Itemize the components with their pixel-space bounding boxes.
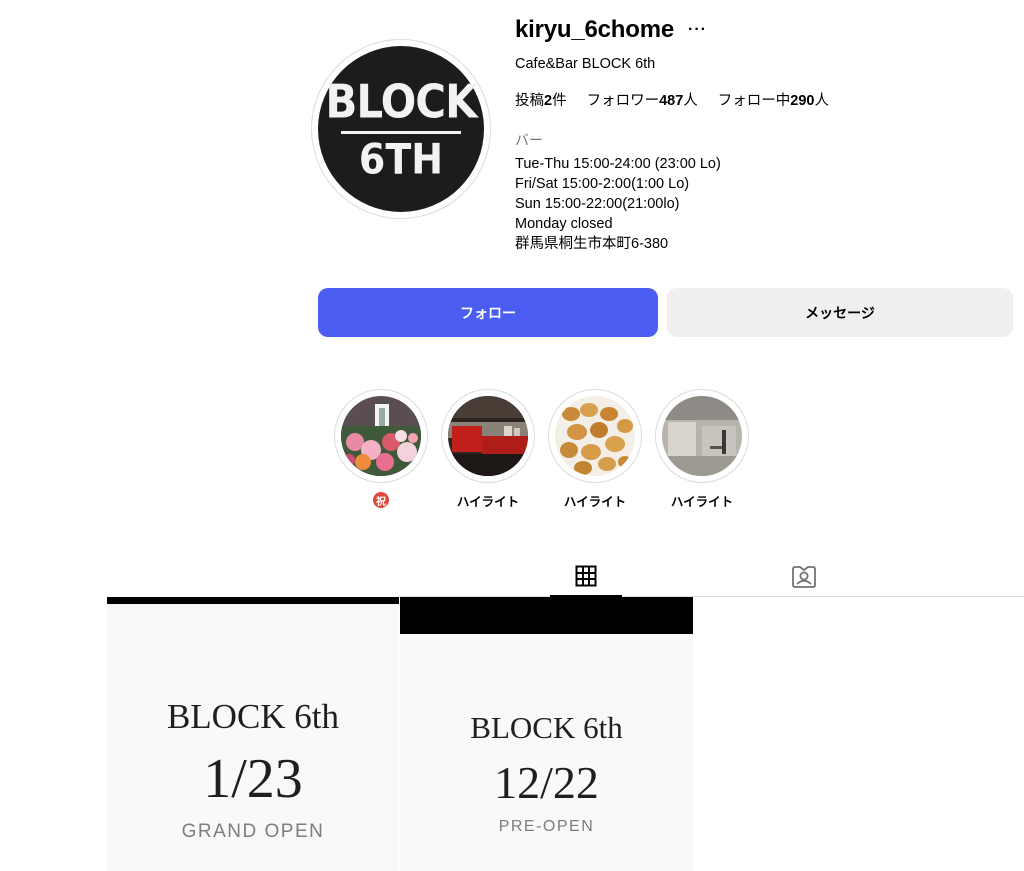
profile-avatar[interactable]: BLOCK 6TH xyxy=(311,39,491,219)
highlight-bar-counter-image xyxy=(448,396,528,476)
post-brand-text: BLOCK 6th xyxy=(166,697,340,736)
followers-count: 487 xyxy=(659,93,684,109)
following-stat[interactable]: フォロー中290人 xyxy=(718,89,829,110)
post-date-text: 12/22 xyxy=(494,757,599,808)
bio-line: Sun 15:00-22:00(21:00lo) xyxy=(515,196,680,212)
followers-unit: 人 xyxy=(683,93,698,109)
following-label: フォロー中 xyxy=(717,93,791,109)
highlight-label: ハイライト xyxy=(670,494,734,509)
followers-stat[interactable]: フォロワー487人 xyxy=(587,89,698,110)
bio-line: Fri/Sat 15:00-2:00(1:00 Lo) xyxy=(515,176,690,192)
logo-text-bottom: 6TH xyxy=(358,134,444,183)
post-date-text: 1/23 xyxy=(203,748,303,810)
posts-label: 投稿 xyxy=(515,93,544,109)
post-subtitle-text: GRAND OPEN xyxy=(181,821,325,842)
tab-tagged[interactable] xyxy=(768,556,840,597)
following-unit: 人 xyxy=(814,93,829,109)
tagged-icon xyxy=(792,565,816,588)
logo-text-top: BLOCK xyxy=(325,74,477,128)
bio-line: Tue-Thu 15:00-24:00 (23:00 Lo) xyxy=(515,156,721,172)
grid-icon xyxy=(575,565,597,586)
tab-posts[interactable] xyxy=(550,556,622,597)
celebration-badge-icon: 祝 xyxy=(373,492,389,508)
highlight-item[interactable]: ハイライト xyxy=(440,389,536,509)
highlight-ring xyxy=(548,389,642,483)
post-subtitle-text: PRE-OPEN xyxy=(498,818,595,835)
post-brand-text: BLOCK 6th xyxy=(470,710,623,745)
profile-bio: Tue-Thu 15:00-24:00 (23:00 Lo) Fri/Sat 1… xyxy=(515,154,721,254)
highlight-ring xyxy=(334,389,428,483)
highlight-ring xyxy=(655,389,749,483)
highlight-item[interactable]: 祝 xyxy=(333,389,429,508)
posts-unit: 件 xyxy=(552,93,567,109)
highlight-interior-image xyxy=(662,396,742,476)
highlight-ring xyxy=(441,389,535,483)
posts-count-stat: 投稿2件 xyxy=(515,89,567,110)
highlight-nuts-image xyxy=(555,396,635,476)
post-thumbnail[interactable]: BLOCK 6th 1/23 GRAND OPEN xyxy=(107,597,399,871)
profile-category: バー xyxy=(515,132,543,148)
highlight-item[interactable]: ハイライト xyxy=(547,389,643,509)
posts-count: 2 xyxy=(544,93,553,109)
avatar-logo: BLOCK 6TH xyxy=(318,46,484,212)
highlight-label: 祝 xyxy=(373,492,389,508)
bio-line: 群馬県桐生市本町6-380 xyxy=(515,236,669,252)
highlight-label: ハイライト xyxy=(563,494,627,509)
username: kiryu_6chome xyxy=(515,16,675,43)
profile-stats: 投稿2件 フォロワー487人 フォロー中290人 xyxy=(515,89,849,110)
profile-full-name: Cafe&Bar BLOCK 6th xyxy=(515,56,656,72)
more-options-icon[interactable]: ··· xyxy=(688,22,707,38)
username-row: kiryu_6chome ··· xyxy=(515,16,707,44)
logo-divider xyxy=(341,130,461,134)
post-top-bar xyxy=(107,597,399,604)
follow-button[interactable]: フォロー xyxy=(318,288,658,337)
bio-line: Monday closed xyxy=(515,216,613,232)
highlight-flowers-image xyxy=(341,396,421,476)
post-top-bar xyxy=(400,597,693,634)
message-button[interactable]: メッセージ xyxy=(667,288,1013,337)
following-count: 290 xyxy=(790,93,815,109)
followers-label: フォロワー xyxy=(586,93,660,109)
highlight-label: ハイライト xyxy=(456,494,520,509)
highlight-item[interactable]: ハイライト xyxy=(654,389,750,509)
post-thumbnail[interactable]: BLOCK 6th 12/22 PRE-OPEN xyxy=(400,597,693,871)
